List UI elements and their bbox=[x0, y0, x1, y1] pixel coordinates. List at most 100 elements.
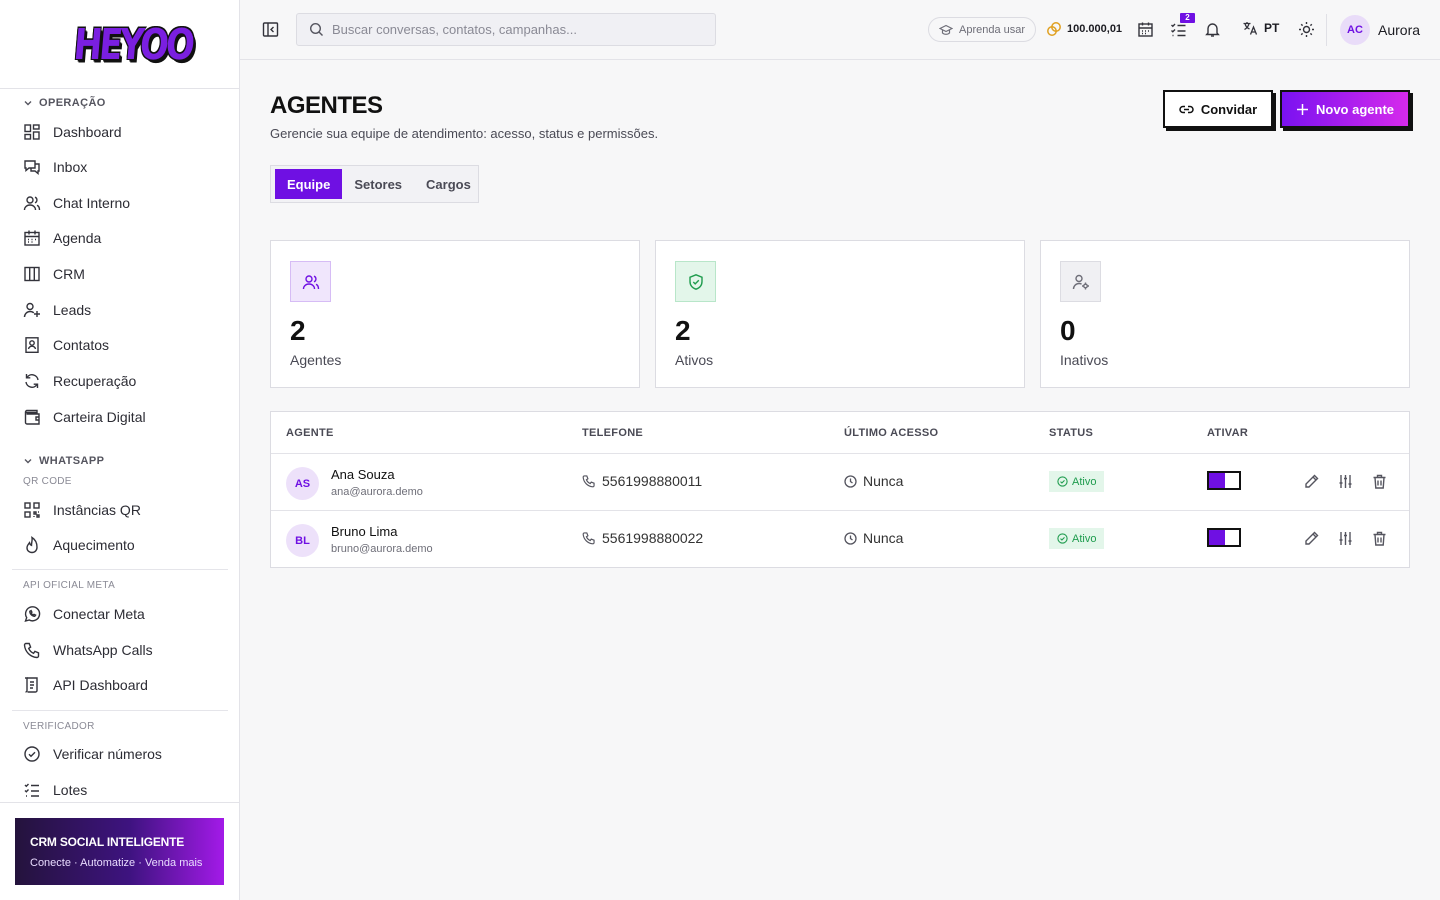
sidebar-item-leads[interactable]: Leads bbox=[23, 295, 228, 325]
user-plus-icon bbox=[23, 302, 40, 318]
sidebar-item-aquecimento[interactable]: Aquecimento bbox=[23, 530, 228, 560]
list-check-icon bbox=[24, 783, 39, 797]
clock-icon bbox=[844, 474, 857, 488]
permissions-sliders-icon[interactable] bbox=[1337, 473, 1354, 490]
section-whatsapp[interactable]: WHATSAPP bbox=[23, 455, 104, 467]
dashboard-icon bbox=[24, 124, 40, 140]
learn-label: Aprenda usar bbox=[959, 23, 1026, 36]
sidebar-item-label: Lotes bbox=[53, 782, 88, 798]
search-box bbox=[296, 13, 716, 46]
sidebar-item-label: WhatsApp Calls bbox=[53, 642, 153, 658]
agent-avatar: AS bbox=[286, 467, 319, 500]
brand-logo[interactable]: HEYOO bbox=[72, 20, 194, 70]
column-header-status[interactable]: STATUS bbox=[1049, 427, 1093, 439]
sidebar-item-dashboard[interactable]: Dashboard bbox=[23, 117, 228, 147]
phone-value: 5561998880011 bbox=[602, 473, 703, 489]
table-row[interactable]: BL Bruno Lima bruno@aurora.demo 55619988… bbox=[271, 510, 1409, 567]
sun-icon[interactable] bbox=[1298, 21, 1315, 38]
column-header-ativar[interactable]: ATIVAR bbox=[1207, 427, 1248, 439]
sidebar-item-carteira-digital[interactable]: Carteira Digital bbox=[23, 402, 228, 432]
stat-value: 0 bbox=[1060, 315, 1076, 346]
wallet-icon bbox=[24, 409, 40, 425]
tab-setores[interactable]: Setores bbox=[342, 169, 414, 199]
translate-icon bbox=[1243, 22, 1258, 35]
sidebar-item-label: Leads bbox=[53, 302, 92, 318]
collapse-sidebar-icon[interactable] bbox=[262, 21, 279, 38]
sidebar-item-crm[interactable]: CRM bbox=[23, 259, 228, 289]
enable-toggle[interactable] bbox=[1207, 528, 1241, 547]
tasks-icon[interactable] bbox=[1170, 21, 1187, 38]
sidebar-nav: OPERAÇÃO Dashboard Inbox Chat Interno Ag… bbox=[0, 90, 239, 802]
agent-name: Ana Souza bbox=[331, 467, 395, 482]
learn-button[interactable]: Aprenda usar bbox=[928, 17, 1037, 42]
topbar-divider bbox=[1326, 14, 1327, 46]
section-operacao[interactable]: OPERAÇÃO bbox=[23, 97, 106, 109]
last-access-value: Nunca bbox=[863, 473, 904, 489]
check-circle-icon bbox=[1057, 476, 1068, 487]
language-selector[interactable]: PT bbox=[1242, 20, 1279, 36]
stat-icon-box bbox=[290, 261, 331, 302]
page-subtitle: Gerencie sua equipe de atendimento: aces… bbox=[270, 126, 659, 141]
stat-card-inativos: 0 Inativos bbox=[1040, 240, 1410, 388]
sidebar-item-agenda[interactable]: Agenda bbox=[23, 223, 228, 253]
user-name: Aurora bbox=[1378, 22, 1421, 38]
table-row[interactable]: AS Ana Souza ana@aurora.demo 55619988800… bbox=[271, 453, 1409, 510]
sidebar-item-conectar-meta[interactable]: Conectar Meta bbox=[23, 599, 228, 629]
edit-icon[interactable] bbox=[1303, 473, 1320, 490]
stat-value: 2 bbox=[290, 315, 306, 346]
user-menu[interactable]: AC Aurora bbox=[1340, 15, 1420, 45]
column-header-agente[interactable]: AGENTE bbox=[286, 427, 334, 439]
stat-label: Agentes bbox=[290, 352, 342, 368]
chevron-down-icon bbox=[24, 101, 32, 106]
section-api-oficial-meta: API OFICIAL META bbox=[23, 580, 115, 591]
promo-subtitle: Conecte · Automatize · Venda mais bbox=[30, 857, 203, 869]
calendar-icon[interactable] bbox=[1137, 21, 1154, 38]
sidebar-item-label: Verificar números bbox=[53, 746, 162, 762]
avatar: AC bbox=[1340, 15, 1370, 45]
sidebar-item-lotes[interactable]: Lotes bbox=[23, 775, 228, 802]
phone-icon bbox=[23, 642, 40, 659]
phone-icon bbox=[582, 532, 595, 545]
trash-icon[interactable] bbox=[1371, 530, 1388, 547]
invite-button[interactable]: Convidar bbox=[1163, 90, 1273, 128]
sidebar-item-api-dashboard[interactable]: API Dashboard bbox=[23, 670, 228, 700]
trash-icon[interactable] bbox=[1371, 473, 1388, 490]
coins-balance[interactable]: 100.000,01 bbox=[1046, 21, 1122, 37]
sidebar-item-whatsapp-calls[interactable]: WhatsApp Calls bbox=[23, 635, 228, 665]
tab-equipe[interactable]: Equipe bbox=[275, 169, 343, 199]
invite-label: Convidar bbox=[1200, 101, 1258, 117]
agent-last-access: Nunca bbox=[844, 473, 903, 489]
sidebar-item-label: Conectar Meta bbox=[53, 606, 145, 622]
promo-banner[interactable]: CRM SOCIAL INTELIGENTE Conecte · Automat… bbox=[15, 818, 224, 885]
sidebar-item-verificar-numeros[interactable]: Verificar números bbox=[23, 739, 228, 769]
api-icon bbox=[25, 677, 38, 693]
search-input[interactable] bbox=[332, 22, 702, 37]
column-header-telefone[interactable]: TELEFONE bbox=[582, 427, 643, 439]
bell-icon[interactable] bbox=[1204, 21, 1221, 38]
sidebar-footer-divider bbox=[0, 802, 239, 803]
language-label: PT bbox=[1264, 21, 1280, 35]
sidebar-item-instancias-qr[interactable]: Instâncias QR bbox=[23, 495, 228, 525]
check-circle-icon bbox=[1057, 533, 1068, 544]
agent-email: bruno@aurora.demo bbox=[331, 543, 433, 555]
sidebar-item-label: Contatos bbox=[53, 337, 110, 353]
tab-cargos[interactable]: Cargos bbox=[414, 169, 483, 199]
status-label: Ativo bbox=[1072, 532, 1097, 545]
sidebar-item-label: Dashboard bbox=[53, 124, 122, 140]
edit-icon[interactable] bbox=[1303, 530, 1320, 547]
sidebar-item-contatos[interactable]: Contatos bbox=[23, 330, 228, 360]
refresh-icon bbox=[25, 374, 39, 388]
shield-check-icon bbox=[688, 273, 703, 290]
column-header-ultimo-acesso[interactable]: ÚLTIMO ACESSO bbox=[844, 427, 938, 439]
enable-toggle[interactable] bbox=[1207, 471, 1241, 490]
sidebar-item-label: Carteira Digital bbox=[53, 409, 146, 425]
sidebar-item-inbox[interactable]: Inbox bbox=[23, 152, 228, 182]
new-agent-button[interactable]: Novo agente bbox=[1280, 90, 1410, 128]
sidebar-item-recuperacao[interactable]: Recuperação bbox=[23, 366, 228, 396]
section-label: QR CODE bbox=[23, 476, 72, 487]
users-icon bbox=[23, 196, 41, 211]
stat-label: Ativos bbox=[675, 352, 714, 368]
section-label: VERIFICADOR bbox=[23, 721, 95, 732]
sidebar-item-chat-interno[interactable]: Chat Interno bbox=[23, 188, 228, 218]
permissions-sliders-icon[interactable] bbox=[1337, 530, 1354, 547]
